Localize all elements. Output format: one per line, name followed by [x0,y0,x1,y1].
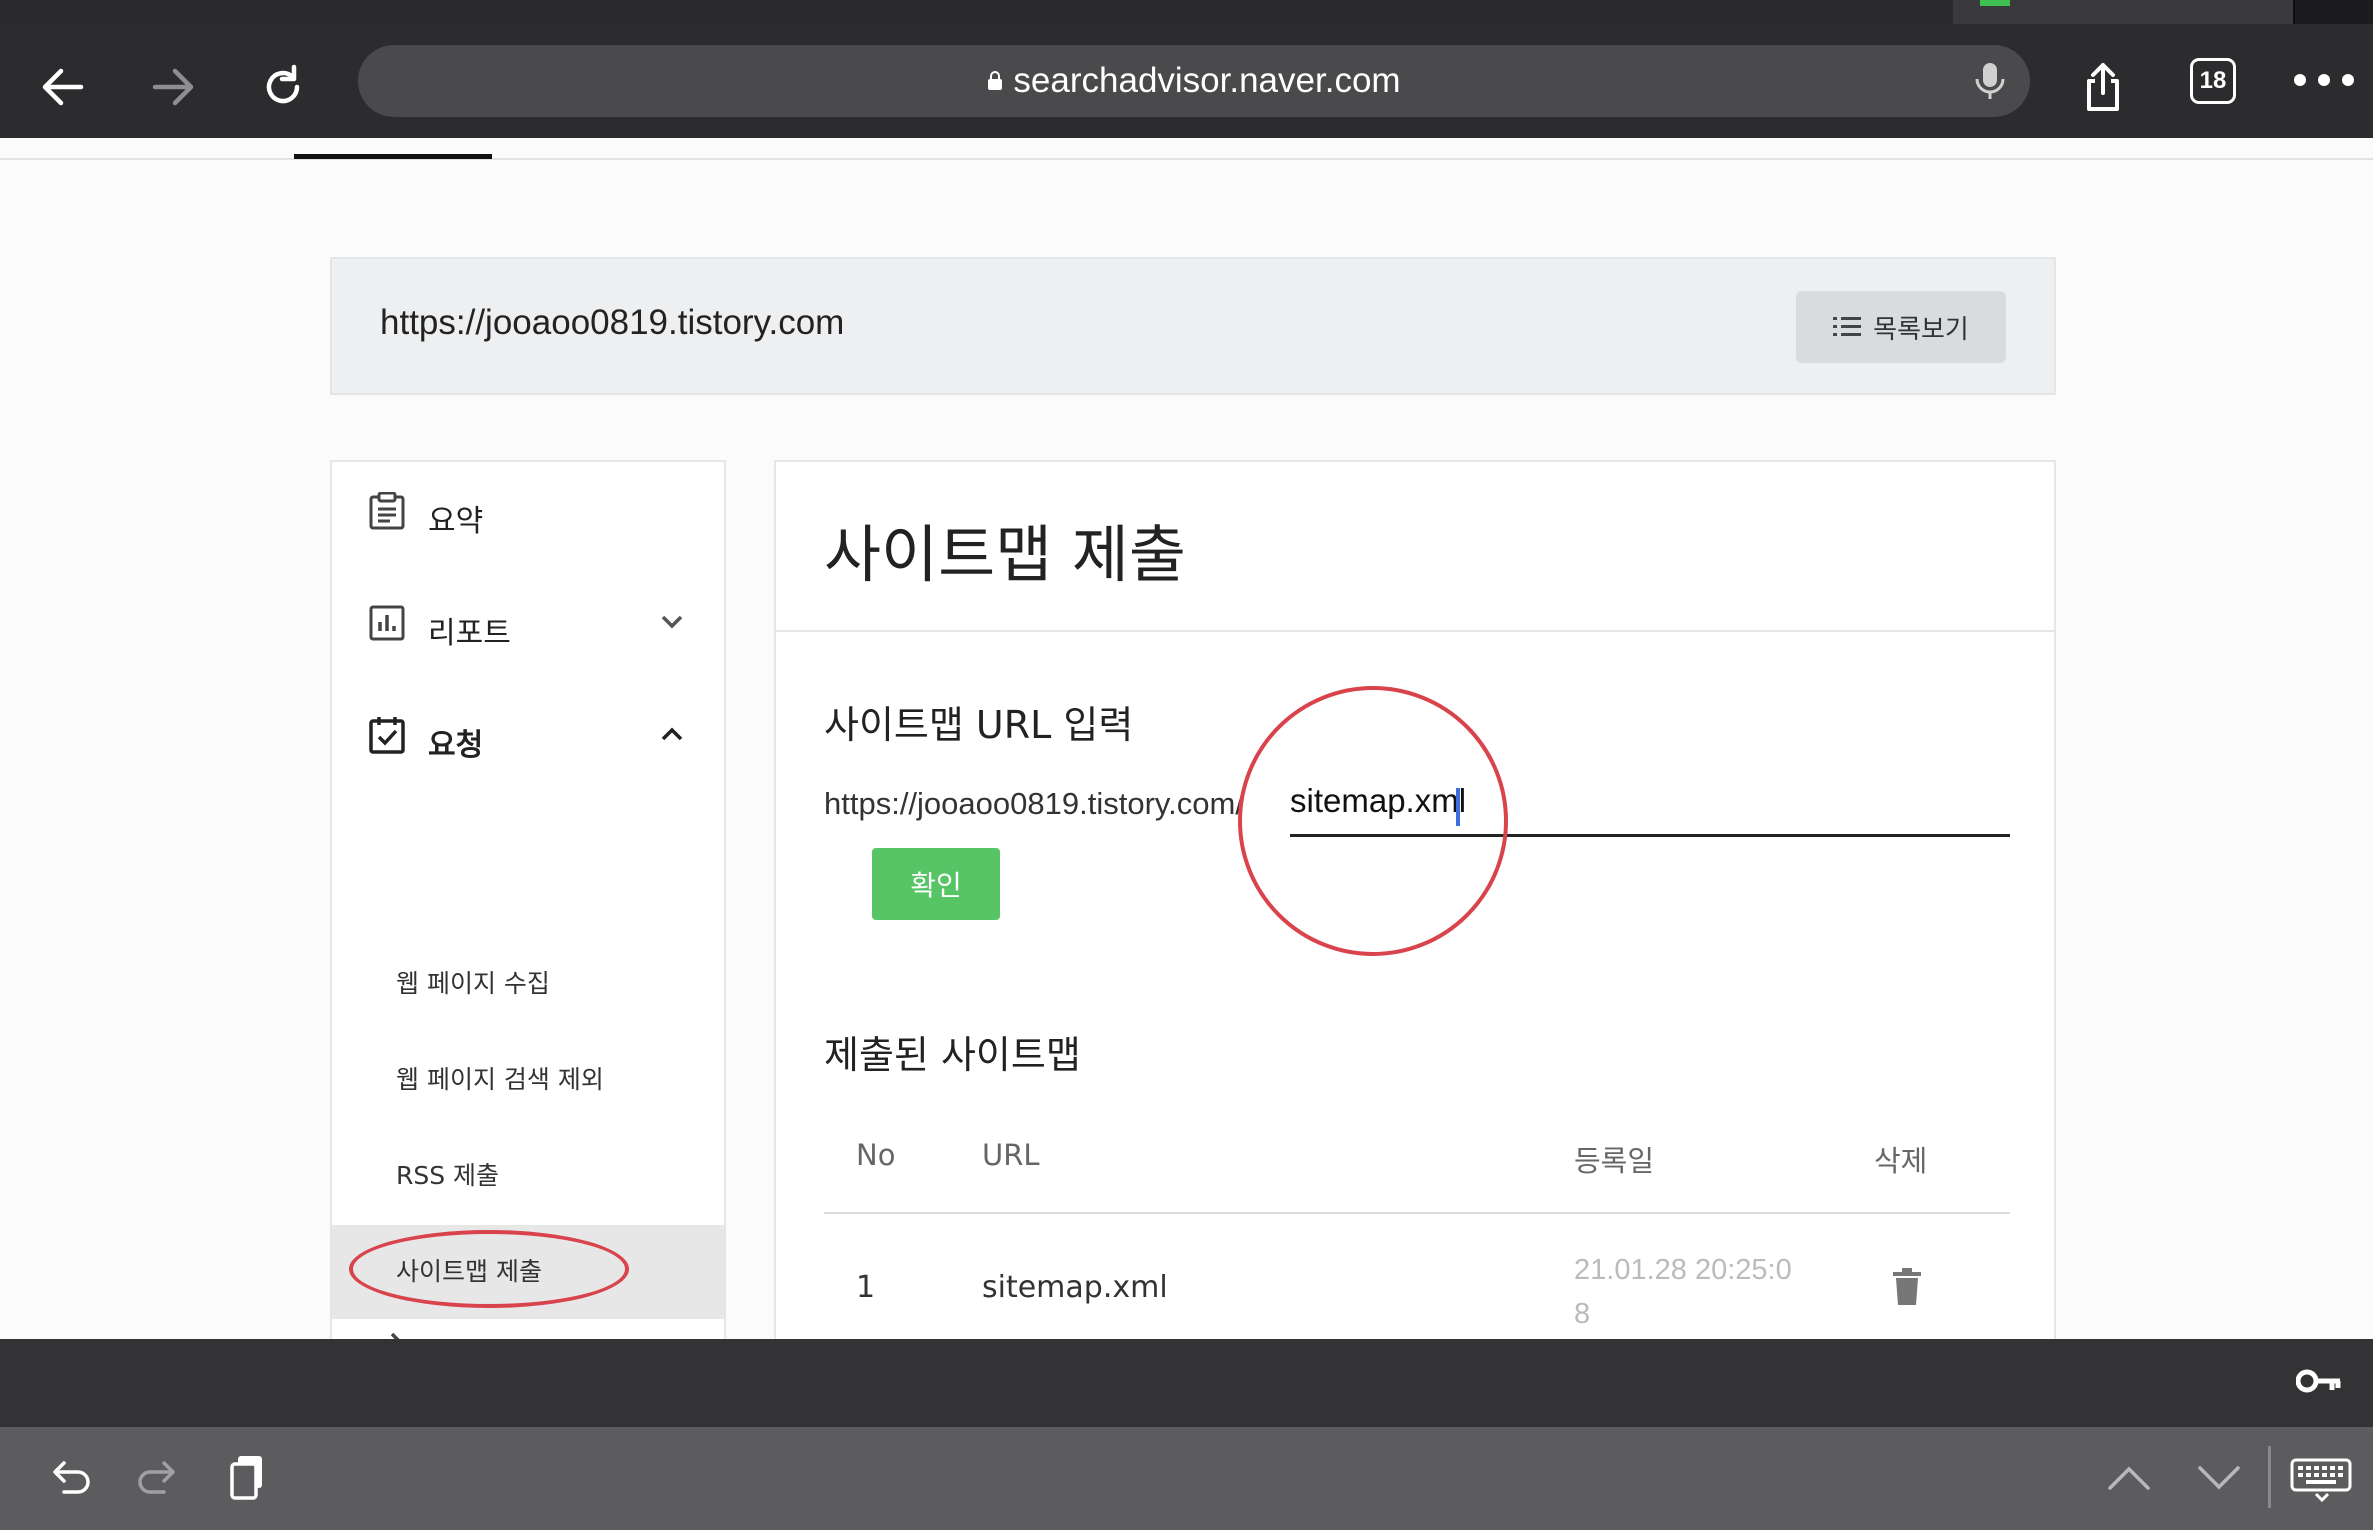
sidebar-item-request[interactable]: 요청 [332,686,724,786]
reload-button[interactable] [248,52,318,122]
chevron-up-icon [661,727,683,741]
back-button[interactable] [28,52,98,122]
site-url: https://jooaoo0819.tistory.com [380,303,845,342]
undo-button[interactable] [42,1450,96,1504]
sidebar-subitem-web-page-collect[interactable]: 웹 페이지 수집 [396,964,550,1000]
tab-underline [294,154,492,159]
paste-button[interactable] [222,1450,276,1504]
toolbar-divider [2268,1446,2271,1508]
bar-chart-icon [369,605,405,641]
chevron-down-icon [661,615,683,629]
table-header-delete: 삭제 [1874,1144,1928,1178]
table-header-no: No [856,1138,896,1172]
page-content: https://jooaoo0819.tistory.com 목록보기 요약 리… [0,138,2373,1375]
address-bar[interactable]: searchadvisor.naver.com [358,45,2030,117]
hide-keyboard-button[interactable] [2290,1450,2354,1504]
forward-button[interactable] [138,52,208,122]
url-prefix: https://jooaoo0819.tistory.com/ [824,786,1244,821]
arrow-right-icon [152,68,194,106]
next-field-button[interactable] [2192,1450,2246,1504]
page-title: 사이트맵 제출 [824,518,1186,591]
table-cell-no: 1 [856,1270,876,1305]
browser-navbar: searchadvisor.naver.com 18 [0,24,2373,138]
browser-tab[interactable] [1283,0,1620,24]
sidebar-item-label: 요약 [428,504,484,539]
annotation-circle [1238,686,1508,956]
sidebar-subitem-web-page-exclude[interactable]: 웹 페이지 검색 제외 [396,1060,604,1096]
browser-tab-strip [0,0,2373,24]
previous-field-button[interactable] [2102,1450,2156,1504]
arrow-left-icon [42,68,84,106]
share-button[interactable] [2068,52,2138,122]
sidebar-item-label: 리포트 [428,616,511,651]
sitemap-panel: 사이트맵 제출 사이트맵 URL 입력 https://jooaoo0819.t… [774,460,2056,1360]
clipboard-icon [369,492,405,530]
table-divider [824,1212,2010,1214]
browser-tab[interactable] [1618,0,1955,24]
microphone-icon[interactable] [1972,61,2008,101]
sidebar-subitem-rss[interactable]: RSS 제출 [396,1156,499,1192]
sidebar-item-summary[interactable]: 요약 [332,462,724,562]
browser-tab[interactable] [613,0,950,24]
more-menu-icon[interactable] [2294,64,2354,96]
trash-icon[interactable] [1892,1268,1922,1306]
table-cell-url: sitemap.xml [982,1270,1168,1305]
list-view-label: 목록보기 [1873,314,1969,345]
tab-indicator [1980,0,2010,6]
clipboard-paste-icon [230,1456,262,1500]
keyboard-toolbar [0,1427,2373,1530]
submitted-section-title: 제출된 사이트맵 [824,1033,1081,1077]
input-section-title: 사이트맵 URL 입력 [824,703,1134,747]
keyboard-icon [2290,1458,2352,1503]
keyboard-accessory-bar [0,1339,2373,1427]
tab-count-button[interactable]: 18 [2190,58,2236,104]
table-header-date: 등록일 [1574,1144,1655,1178]
address-text: searchadvisor.naver.com [1013,61,1401,100]
annotation-ellipse [349,1230,629,1308]
undo-icon [53,1461,90,1494]
browser-tab[interactable] [948,0,1285,24]
redo-button[interactable] [132,1450,186,1504]
list-view-button[interactable]: 목록보기 [1796,291,2006,363]
sidebar-item-report[interactable]: 리포트 [332,574,724,674]
table-cell-date: 21.01.28 20:25:08 [1574,1254,1792,1330]
confirm-button[interactable]: 확인 [872,848,1000,920]
table-header-url: URL [982,1138,1040,1172]
redo-icon [138,1461,175,1494]
key-icon[interactable] [2296,1366,2342,1396]
share-icon [2087,63,2119,111]
lock-icon [988,71,1003,90]
sidebar-item-label: 요청 [428,728,484,763]
sidebar: 요약 리포트 요청 웹 페이지 수집 웹 페이지 검색 제외 RSS 제출 사이… [330,460,726,1375]
site-header: https://jooaoo0819.tistory.com 목록보기 [330,257,2056,395]
chevron-down-icon [2198,1466,2240,1490]
list-icon [1833,317,1862,336]
browser-tab[interactable] [278,0,615,24]
divider [776,630,2054,632]
checklist-icon [369,717,405,754]
chevron-up-icon [2108,1466,2150,1490]
reload-icon [266,64,300,104]
